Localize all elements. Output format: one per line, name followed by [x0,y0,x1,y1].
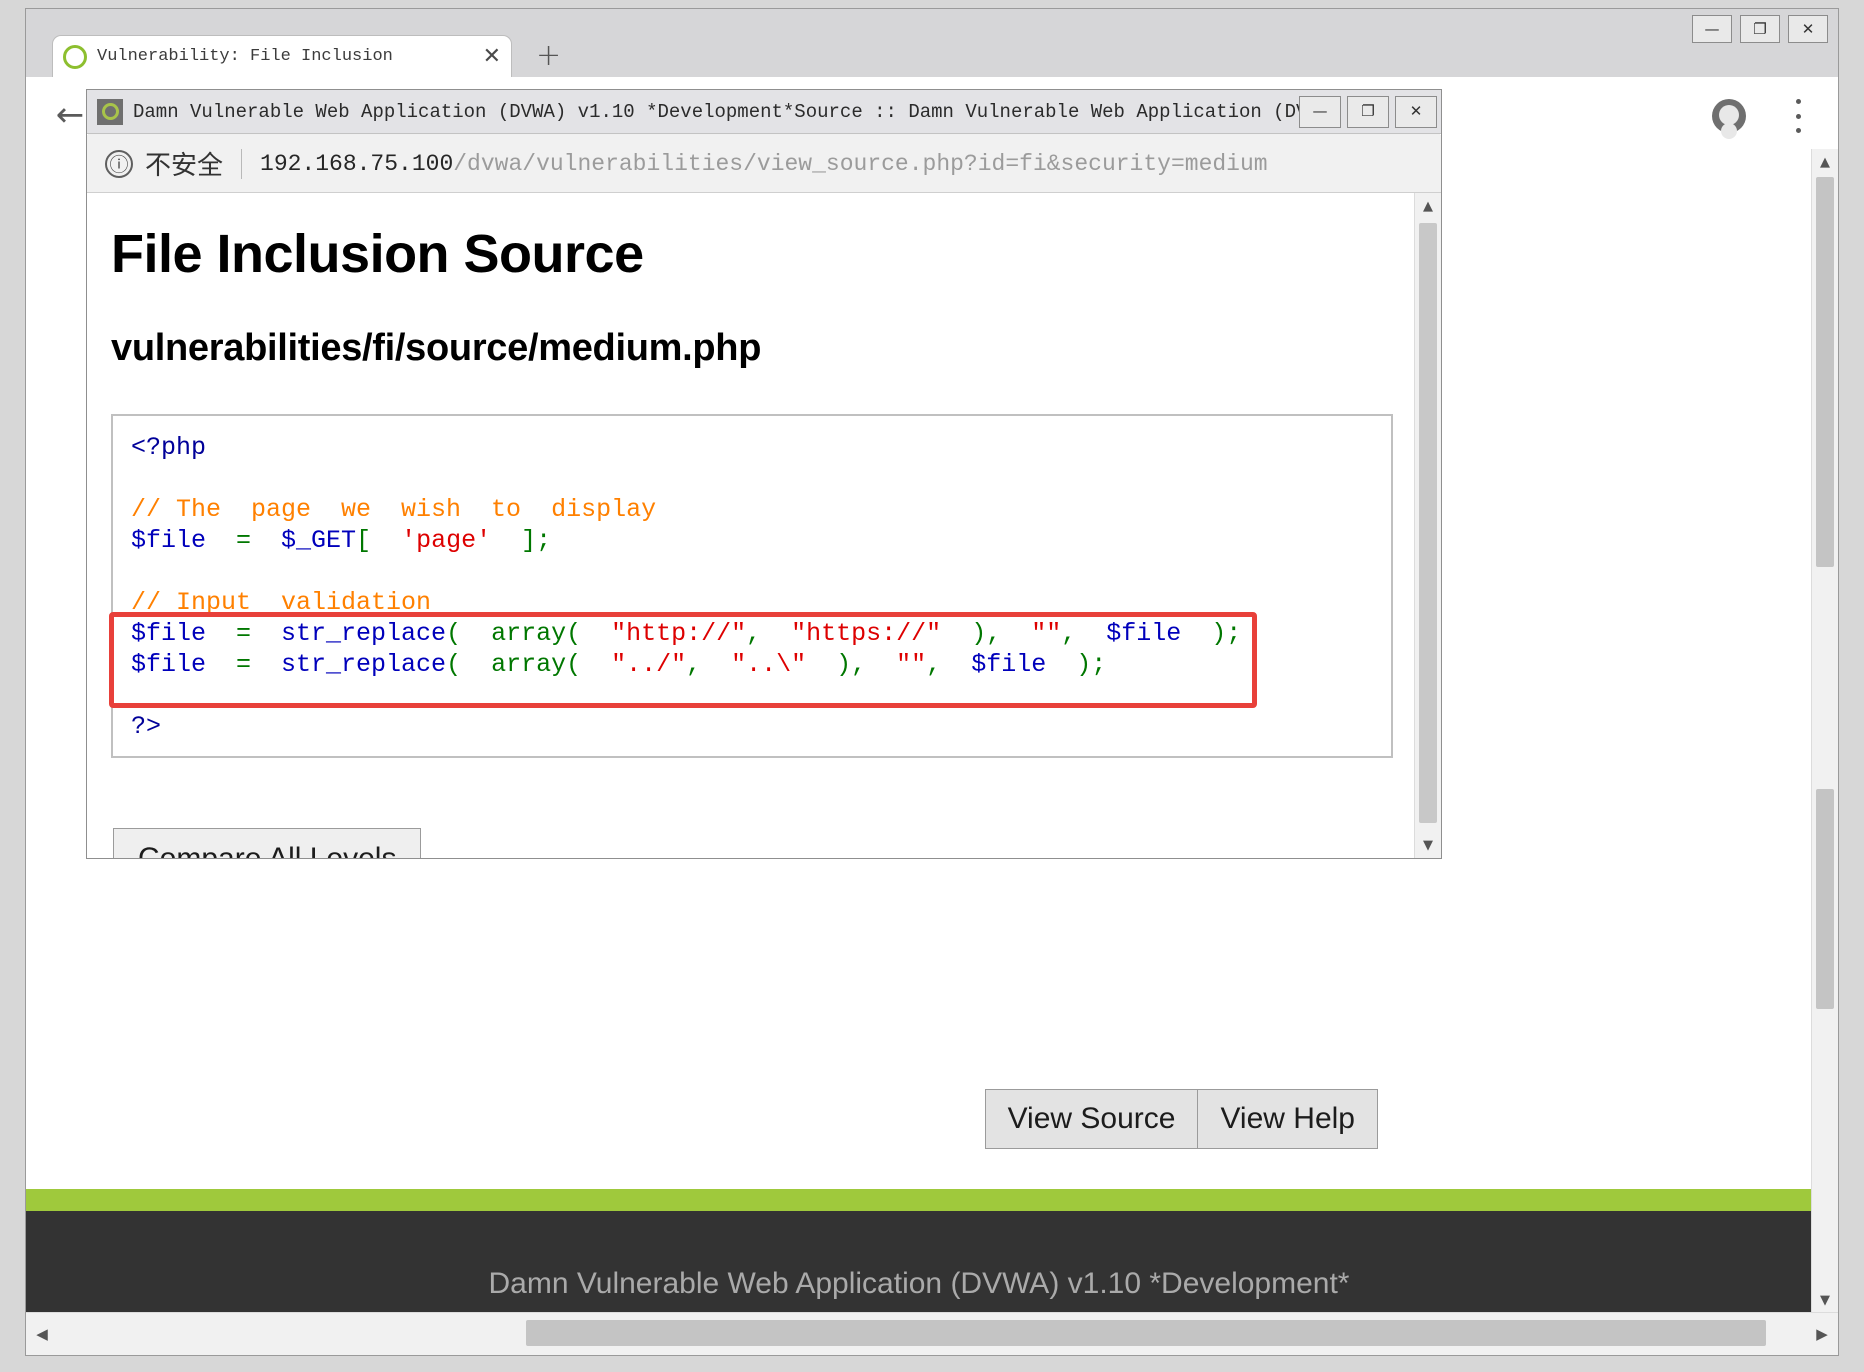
tab-vulnerability-file-inclusion[interactable]: Vulnerability: File Inclusion ✕ [52,35,512,77]
scroll-right-icon[interactable]: ▶ [1806,1313,1838,1355]
code-token: ), [806,650,897,679]
page-horizontal-scrollbar[interactable]: ◀ ▶ [26,1312,1838,1355]
code-token: , [926,650,972,679]
close-icon[interactable]: ✕ [483,45,501,68]
hscrollbar-thumb[interactable] [526,1320,1766,1346]
code-token: ( [566,650,612,679]
popup-minimize-button[interactable]: — [1299,95,1341,128]
divider [241,148,243,179]
popup-maximize-button[interactable]: ❐ [1347,95,1389,128]
scroll-down-icon[interactable]: ▼ [1812,1287,1838,1313]
page-title: File Inclusion Source [111,224,644,284]
popup-close-button[interactable]: ✕ [1395,95,1437,128]
popup-body: File Inclusion Source vulnerabilities/fi… [87,193,1441,858]
scroll-up-icon[interactable]: ▲ [1812,149,1838,175]
code-token: , [686,650,732,679]
code-token: array [491,650,567,679]
popup-scroll-up-icon[interactable]: ▲ [1415,193,1441,219]
code-token: $file [131,619,207,648]
code-token: "..\" [731,650,807,679]
dvwa-logo-icon [97,98,123,125]
code-token: [ [356,526,402,555]
code-token: $file [1106,619,1182,648]
source-view-content: File Inclusion Source vulnerabilities/fi… [87,193,1415,858]
popup-title-text: Damn Vulnerable Web Application (DVWA) v… [133,101,1299,123]
info-icon[interactable]: ⓘ [105,149,133,178]
code-token: // The page we wish to display [131,495,657,524]
popup-scroll-down-icon[interactable]: ▼ [1415,832,1441,858]
code-token: array [491,619,567,648]
code-token: $_GET [281,526,357,555]
compare-all-levels-button[interactable]: Compare All Levels [113,828,422,858]
code-token: str_replace [281,619,447,648]
scrollbar-thumb-secondary[interactable] [1816,789,1834,1009]
source-code-box: <?php // The page we wish to display $fi… [109,414,1393,758]
code-token: ); [1181,619,1242,648]
popup-window-controls: — ❐ ✕ [1299,95,1437,128]
code-token: ); [1046,650,1107,679]
browser-window: — ❐ ✕ Vulnerability: File Inclusion ✕ + … [25,8,1839,1356]
tab-strip: Vulnerability: File Inclusion ✕ + [26,35,1838,77]
code-token: <?php [131,433,207,462]
code-token: , [746,619,792,648]
view-source-popup-window: Damn Vulnerable Web Application (DVWA) v… [86,89,1442,859]
code-token: "https://" [791,619,942,648]
code-token: ( [446,650,492,679]
popup-address-bar[interactable]: ⓘ 不安全 192.168.75.100/dvwa/vulnerabilitie… [87,135,1441,193]
page-subtitle: vulnerabilities/fi/source/medium.php [111,327,762,369]
code-token: $file [131,526,207,555]
browser-titlebar: — ❐ ✕ Vulnerability: File Inclusion ✕ + [26,9,1838,77]
code-token: , [1061,619,1107,648]
code-token: = [206,650,282,679]
popup-titlebar: Damn Vulnerable Web Application (DVWA) v… [87,90,1441,134]
code-token: "http://" [611,619,747,648]
dvwa-green-divider [26,1189,1812,1211]
code-token: ), [941,619,1032,648]
page-vertical-scrollbar[interactable]: ▲ ▼ [1811,149,1838,1313]
code-token: ( [446,619,492,648]
code-token: ( [566,619,612,648]
code-token: $file [131,650,207,679]
code-token: "" [896,650,927,679]
menu-icon[interactable] [1794,99,1802,133]
source-code: <?php // The page we wish to display $fi… [131,432,1373,742]
security-status-label: 不安全 [145,150,224,180]
url-path: /dvwa/vulnerabilities/view_source.php?id… [453,150,1268,177]
code-token: $file [971,650,1047,679]
code-token: = [206,619,282,648]
scrollbar-thumb[interactable] [1816,177,1834,567]
dvwa-action-buttons: View Source View Help [984,1089,1378,1149]
popup-scrollbar-thumb[interactable] [1419,223,1437,823]
code-token: "" [1031,619,1062,648]
view-source-button[interactable]: View Source [984,1089,1199,1149]
code-token: ?> [131,712,162,741]
url-text[interactable]: 192.168.75.100/dvwa/vulnerabilities/view… [260,151,1268,177]
view-help-button[interactable]: View Help [1198,1089,1378,1149]
url-host: 192.168.75.100 [260,150,454,177]
popup-vertical-scrollbar[interactable]: ▲ ▼ [1414,193,1441,858]
code-token: = [206,526,282,555]
code-token: str_replace [281,650,447,679]
code-token: "../" [611,650,687,679]
new-tab-button[interactable]: + [536,41,561,71]
tab-title: Vulnerability: File Inclusion [97,47,393,66]
code-token: ]; [491,526,552,555]
code-token: // Input validation [131,588,432,617]
scroll-left-icon[interactable]: ◀ [26,1313,58,1355]
dvwa-logo-icon [63,44,87,69]
avatar[interactable] [1712,99,1746,133]
dvwa-footer-text: Damn Vulnerable Web Application (DVWA) v… [488,1267,1350,1300]
code-token: 'page' [401,526,492,555]
screen: — ❐ ✕ Vulnerability: File Inclusion ✕ + … [0,0,1864,1372]
